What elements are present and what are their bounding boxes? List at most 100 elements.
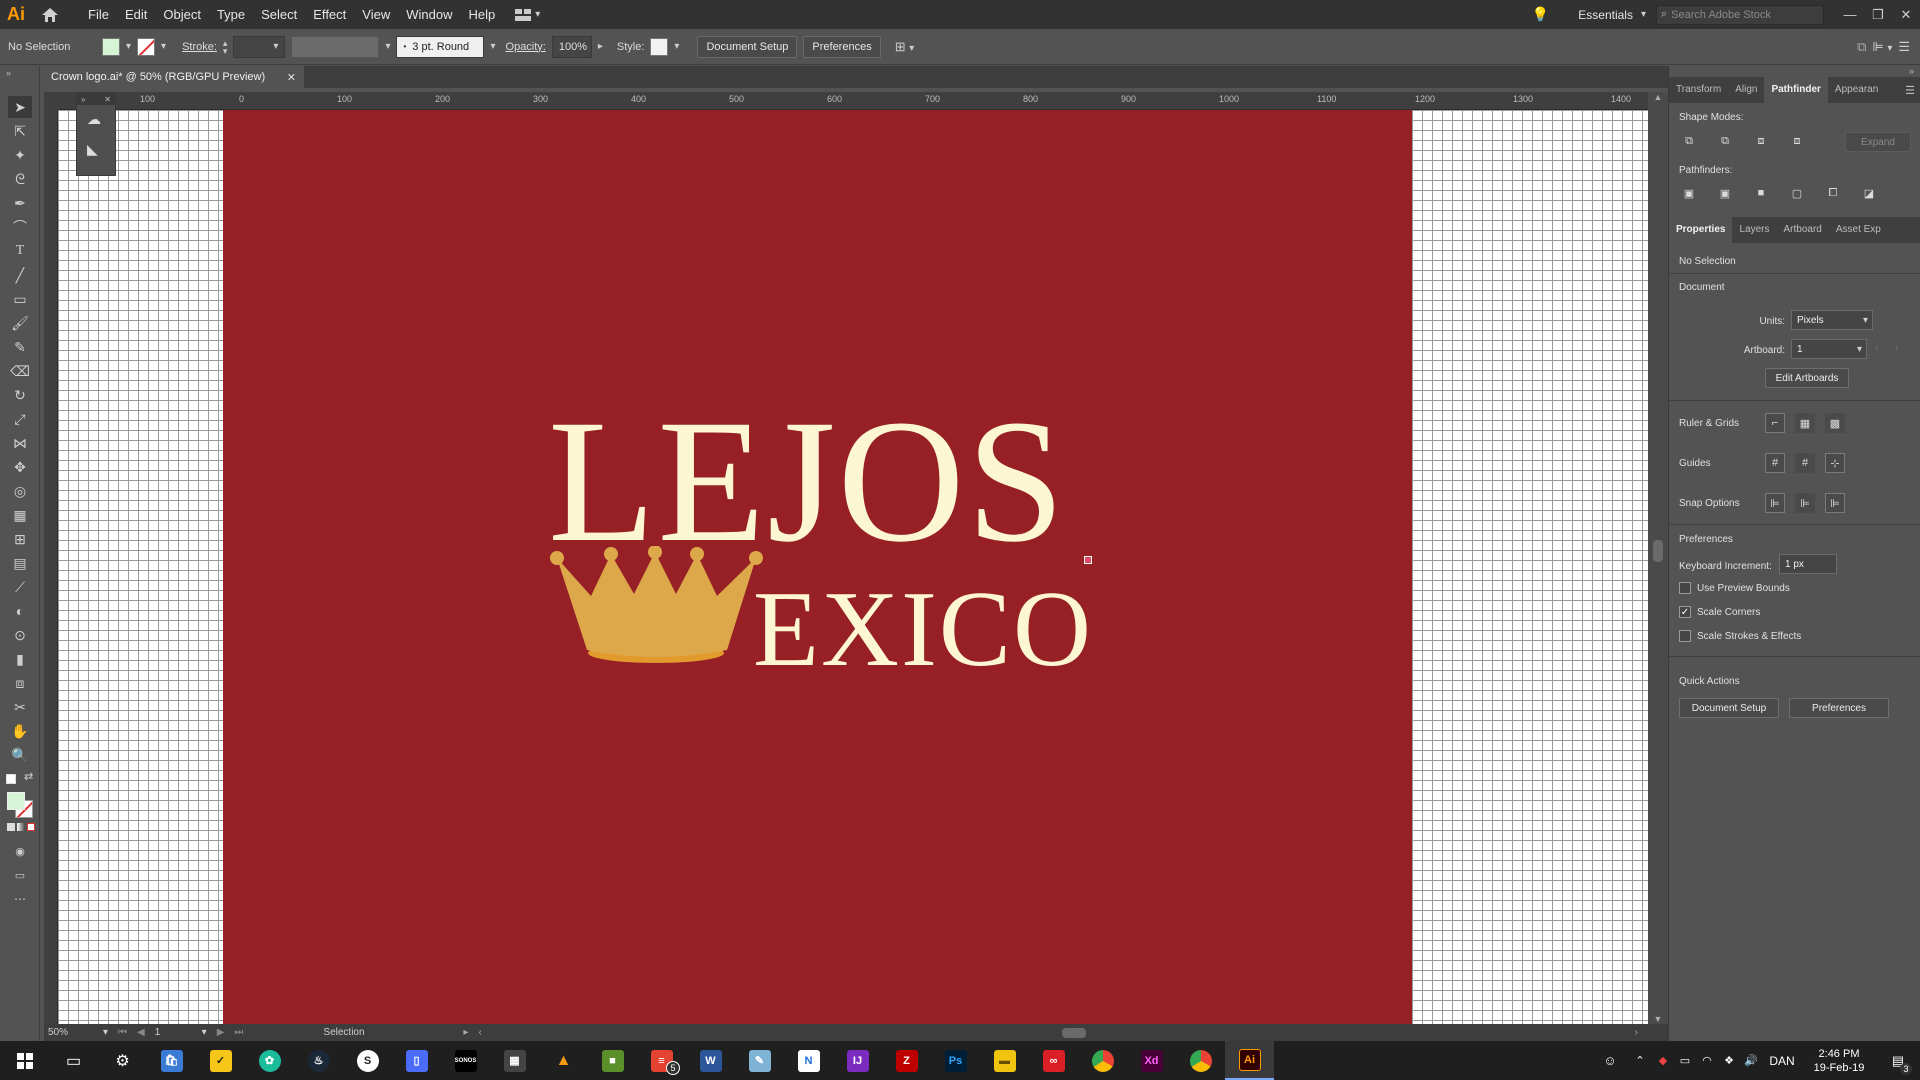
scroll-up-icon[interactable]: ▲ bbox=[1648, 92, 1668, 102]
grid-toggle-icon[interactable]: ▦ bbox=[1795, 413, 1815, 433]
status-menu-icon[interactable]: ▸ bbox=[463, 1027, 468, 1038]
tray-expand-icon[interactable]: ⌃ bbox=[1628, 1041, 1652, 1080]
unite-icon[interactable]: ⧉ bbox=[1679, 131, 1699, 151]
rotate-tool-icon[interactable]: ↻ bbox=[8, 384, 32, 406]
shaper-icon[interactable]: ☁ bbox=[87, 111, 101, 128]
close-tab-icon[interactable]: ✕ bbox=[287, 71, 296, 84]
shape-builder-tool-icon[interactable]: ◎ bbox=[8, 480, 32, 502]
snap-to-point-icon[interactable]: ⊫ bbox=[1765, 493, 1785, 513]
preferences-button[interactable]: Preferences bbox=[803, 35, 881, 58]
word-icon[interactable]: W bbox=[686, 1041, 735, 1080]
arrange-documents-icon[interactable]: ⊞ ▾ bbox=[895, 39, 915, 55]
workspace-dropdown[interactable]: Essentials ▾ bbox=[1568, 8, 1656, 22]
column-graph-tool-icon[interactable]: ▮ bbox=[8, 648, 32, 670]
anchor-point-marker[interactable] bbox=[1084, 556, 1092, 564]
artboard[interactable]: LEJOS EXICO bbox=[237, 110, 1412, 1024]
chrome-icon[interactable] bbox=[1078, 1041, 1127, 1080]
merge-icon[interactable]: ■ bbox=[1751, 183, 1771, 203]
wifi-icon[interactable]: ◠ bbox=[1696, 1041, 1718, 1080]
todoist-icon[interactable]: ≡ 5 bbox=[637, 1041, 686, 1080]
action-center-icon[interactable]: ▤ 3 bbox=[1876, 1053, 1920, 1075]
clock[interactable]: 2:46 PM 19-Feb-19 bbox=[1802, 1047, 1876, 1075]
fill-swatch[interactable] bbox=[102, 37, 120, 56]
floating-panel-close-icon[interactable]: ✕ bbox=[104, 95, 111, 104]
horizontal-scroll-thumb[interactable] bbox=[1061, 1027, 1086, 1038]
fill-color-swatch[interactable] bbox=[7, 792, 25, 810]
quick-preferences-button[interactable]: Preferences bbox=[1789, 698, 1889, 718]
lightbulb-icon[interactable]: 💡 bbox=[1526, 6, 1554, 23]
symbol-sprayer-tool-icon[interactable]: ⊙ bbox=[8, 624, 32, 646]
rectangle-tool-icon[interactable]: ▭ bbox=[8, 288, 32, 310]
scroll-down-icon[interactable]: ▼ bbox=[1648, 1014, 1668, 1024]
trim-icon[interactable]: ▣ bbox=[1715, 183, 1735, 203]
app-logo[interactable]: Ai bbox=[0, 0, 32, 29]
menu-select[interactable]: Select bbox=[253, 0, 305, 29]
curvature-tool-icon[interactable]: ⌒ bbox=[8, 216, 32, 238]
calculator-icon[interactable]: ▦ bbox=[490, 1041, 539, 1080]
style-dropdown-icon[interactable]: ▾ bbox=[674, 41, 679, 52]
selection-tool-icon[interactable]: ➤ bbox=[8, 96, 32, 118]
first-artboard-icon[interactable]: ⏮ bbox=[118, 1027, 127, 1038]
minus-front-icon[interactable]: ⧉ bbox=[1715, 131, 1735, 151]
settings-gear-icon[interactable]: ⚙ bbox=[98, 1041, 147, 1080]
minimize-icon[interactable]: — bbox=[1836, 7, 1864, 22]
home-icon[interactable] bbox=[32, 0, 68, 29]
intellij-icon[interactable]: IJ bbox=[833, 1041, 882, 1080]
snap-to-pixel-icon[interactable]: ⊫ bbox=[1825, 493, 1845, 513]
use-preview-bounds-checkbox[interactable] bbox=[1679, 582, 1691, 594]
notepad-icon[interactable]: ▯ bbox=[392, 1041, 441, 1080]
web-app-icon[interactable]: ✿ bbox=[245, 1041, 294, 1080]
color-mode-icon[interactable] bbox=[7, 823, 15, 831]
perspective-grid-tool-icon[interactable]: ▦ bbox=[8, 504, 32, 526]
vertical-scroll-thumb[interactable] bbox=[1653, 540, 1663, 562]
eraser-tool-icon[interactable]: ⌫ bbox=[8, 360, 32, 382]
vertical-scrollbar[interactable]: ▲ ▼ bbox=[1648, 92, 1668, 1024]
draw-mode-icon[interactable]: ◉ bbox=[8, 840, 32, 862]
workspace-switcher-icon[interactable]: ▾ bbox=[515, 8, 540, 21]
prev-artboard-arrow-icon[interactable]: ‹ bbox=[1875, 343, 1878, 354]
brush-dropdown-icon[interactable]: ▾ bbox=[490, 41, 495, 52]
tray-app-icon[interactable]: ◆ bbox=[1652, 1041, 1674, 1080]
gradient-mode-icon[interactable] bbox=[17, 823, 25, 831]
vlc-icon[interactable]: ▲ bbox=[539, 1041, 588, 1080]
adobe-xd-icon[interactable]: Xd bbox=[1127, 1041, 1176, 1080]
tab-layers[interactable]: Layers bbox=[1732, 217, 1776, 243]
task-view-icon[interactable]: ▭ bbox=[49, 1041, 98, 1080]
sonos-icon[interactable]: SONOS bbox=[441, 1041, 490, 1080]
menu-effect[interactable]: Effect bbox=[305, 0, 354, 29]
intersect-icon[interactable]: ⧈ bbox=[1751, 131, 1771, 151]
slice-tool-icon[interactable]: ✂ bbox=[8, 696, 32, 718]
direct-selection-tool-icon[interactable]: ⇱ bbox=[8, 120, 32, 142]
journal-icon[interactable]: ✎ bbox=[735, 1041, 784, 1080]
shading-icon[interactable]: ◣ bbox=[87, 141, 98, 158]
stroke-weight-stepper-icon[interactable]: ▴ ▾ bbox=[223, 38, 228, 55]
next-artboard-icon[interactable]: ▶ bbox=[217, 1027, 225, 1038]
language-indicator[interactable]: DAN bbox=[1762, 1054, 1802, 1068]
restore-icon[interactable]: ❐ bbox=[1864, 7, 1892, 23]
vertical-ruler[interactable] bbox=[44, 110, 58, 1024]
screen-mode-icon[interactable]: ▭ bbox=[8, 864, 32, 886]
dock-collapse-icon[interactable]: » bbox=[1909, 66, 1914, 76]
minecraft-icon[interactable]: ■ bbox=[588, 1041, 637, 1080]
paintbrush-tool-icon[interactable]: 🖌 bbox=[8, 312, 32, 334]
norton-icon[interactable]: ✓ bbox=[196, 1041, 245, 1080]
edit-artboards-button[interactable]: Edit Artboards bbox=[1765, 368, 1849, 388]
swap-colors-icon[interactable]: ⇄ bbox=[24, 770, 33, 783]
transparency-grid-toggle-icon[interactable]: ▩ bbox=[1825, 413, 1845, 433]
chrome-alt-icon[interactable] bbox=[1176, 1041, 1225, 1080]
puppet-warp-tool-icon[interactable]: ✥ bbox=[8, 456, 32, 478]
magic-wand-tool-icon[interactable]: ✦ bbox=[8, 144, 32, 166]
smart-guides-icon[interactable]: ⊹ bbox=[1825, 453, 1845, 473]
rulers-toggle-icon[interactable]: ⌐ bbox=[1765, 413, 1785, 433]
document-tab[interactable]: Crown logo.ai* @ 50% (RGB/GPU Preview) ✕ bbox=[44, 66, 304, 88]
quick-document-setup-button[interactable]: Document Setup bbox=[1679, 698, 1779, 718]
artboard-dropdown[interactable]: 1 ▾ bbox=[1791, 339, 1867, 359]
horizontal-ruler[interactable]: 100 0 100 200 300 400 500 600 700 800 90… bbox=[58, 92, 1648, 110]
show-guides-icon[interactable]: # bbox=[1765, 453, 1785, 473]
menu-object[interactable]: Object bbox=[155, 0, 209, 29]
scroll-left-icon[interactable]: ‹ bbox=[478, 1027, 481, 1038]
document-setup-button[interactable]: Document Setup bbox=[697, 35, 798, 58]
store-icon[interactable]: 🛍 bbox=[147, 1041, 196, 1080]
battery-icon[interactable]: ▭ bbox=[1674, 1041, 1696, 1080]
profile-dropdown-icon[interactable]: ▾ bbox=[385, 41, 390, 52]
